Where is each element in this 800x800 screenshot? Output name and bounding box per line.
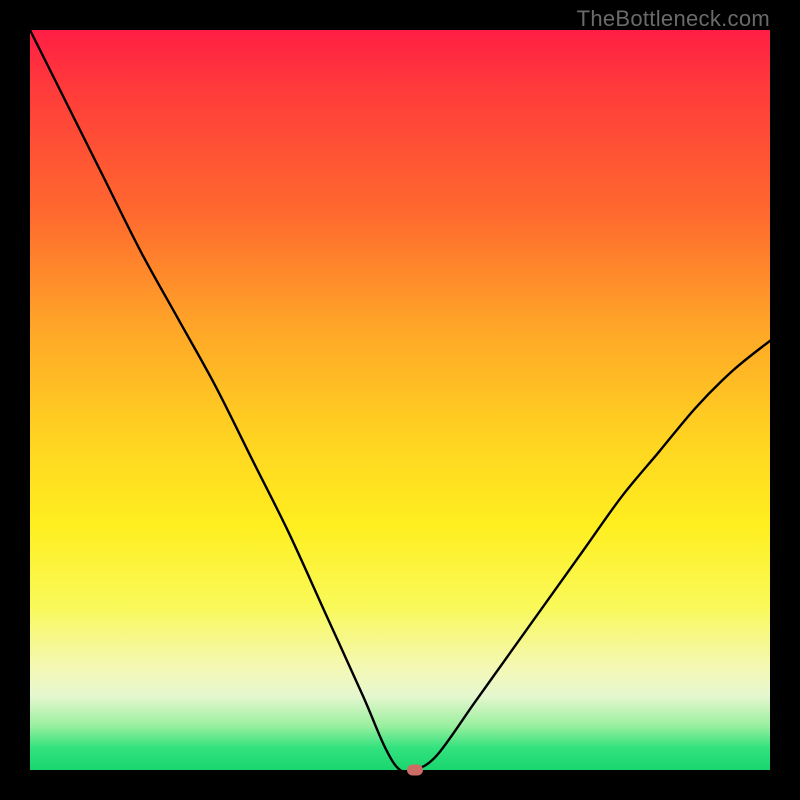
attribution-text: TheBottleneck.com [577,6,770,32]
chart-frame: TheBottleneck.com [0,0,800,800]
bottleneck-curve [30,30,770,770]
optimum-marker [407,765,423,776]
plot-area [30,30,770,770]
curve-svg [30,30,770,770]
